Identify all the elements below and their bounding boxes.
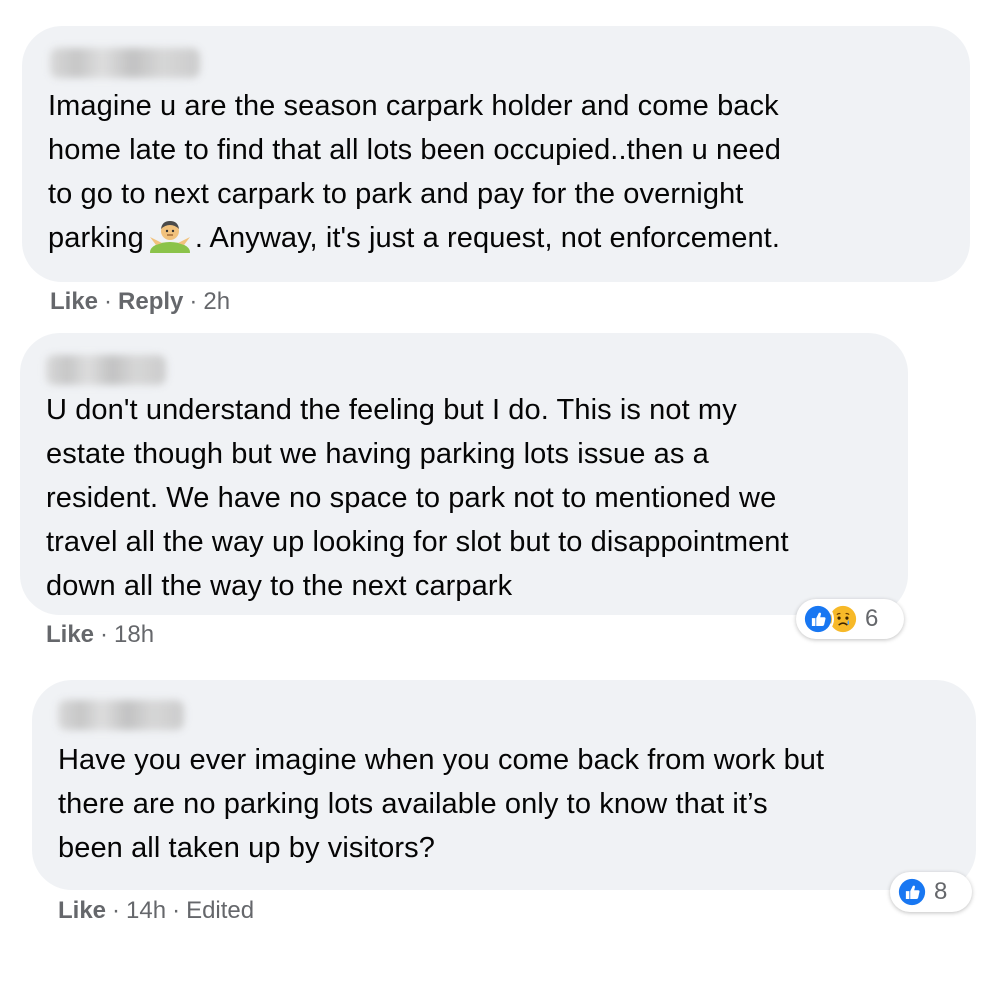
comment-line: down all the way to the next carpark: [46, 570, 513, 602]
comment-line-with-emoji: parking . Anyway, it's just a request, n…: [48, 216, 781, 262]
comment-line: estate though but we having parking lots…: [46, 438, 709, 470]
reaction-count: 6: [865, 605, 879, 632]
comment-line-part: . Anyway, it's just a request, not enfor…: [194, 222, 780, 254]
comment-line: travel all the way up looking for slot b…: [46, 526, 789, 558]
comment-line: U don't understand the feeling but I do.…: [46, 394, 737, 426]
meta-separator: ·: [189, 288, 198, 315]
author-name-redacted[interactable]: [58, 700, 184, 730]
comment-text: Imagine u are the season carpark holder …: [48, 84, 781, 262]
like-link[interactable]: Like: [50, 288, 98, 315]
comment-text: U don't understand the feeling but I do.…: [46, 388, 789, 608]
reaction-count: 8: [934, 878, 948, 905]
comment-text: Have you ever imagine when you come back…: [58, 738, 824, 870]
comment-line: been all taken up by visitors?: [58, 832, 435, 864]
meta-separator: ·: [100, 621, 109, 648]
meta-separator: ·: [112, 897, 121, 924]
comment-line: Have you ever imagine when you come back…: [58, 744, 825, 776]
reaction-summary[interactable]: 8: [890, 872, 972, 912]
comment-timestamp[interactable]: 18h: [114, 621, 154, 648]
like-reaction-icon: [802, 603, 834, 635]
meta-separator: ·: [104, 288, 113, 315]
meta-separator: ·: [172, 897, 181, 924]
comment-line: home late to find that all lots been occ…: [48, 134, 781, 166]
edited-label[interactable]: Edited: [186, 897, 254, 924]
comment-timestamp[interactable]: 2h: [203, 288, 230, 315]
reply-link[interactable]: Reply: [118, 288, 183, 315]
like-link[interactable]: Like: [58, 897, 106, 924]
comment-timestamp[interactable]: 14h: [126, 897, 166, 924]
comment-meta: Like · 14h · Edited: [58, 897, 254, 925]
comment-line: resident. We have no space to park not t…: [46, 482, 777, 514]
like-link[interactable]: Like: [46, 621, 94, 648]
comment-line: Imagine u are the season carpark holder …: [48, 90, 779, 122]
comment-meta: Like · 18h: [46, 621, 154, 649]
comment-line-part: parking: [48, 222, 144, 254]
comment-line: there are no parking lots available only…: [58, 788, 768, 820]
man-shrugging-emoji: [148, 219, 192, 262]
reaction-summary[interactable]: 6: [796, 599, 904, 639]
author-name-redacted[interactable]: [46, 355, 166, 385]
comment-line: to go to next carpark to park and pay fo…: [48, 178, 744, 210]
comment-meta: Like · Reply · 2h: [50, 288, 230, 316]
author-name-redacted[interactable]: [50, 48, 200, 78]
like-reaction-icon: [896, 876, 928, 908]
